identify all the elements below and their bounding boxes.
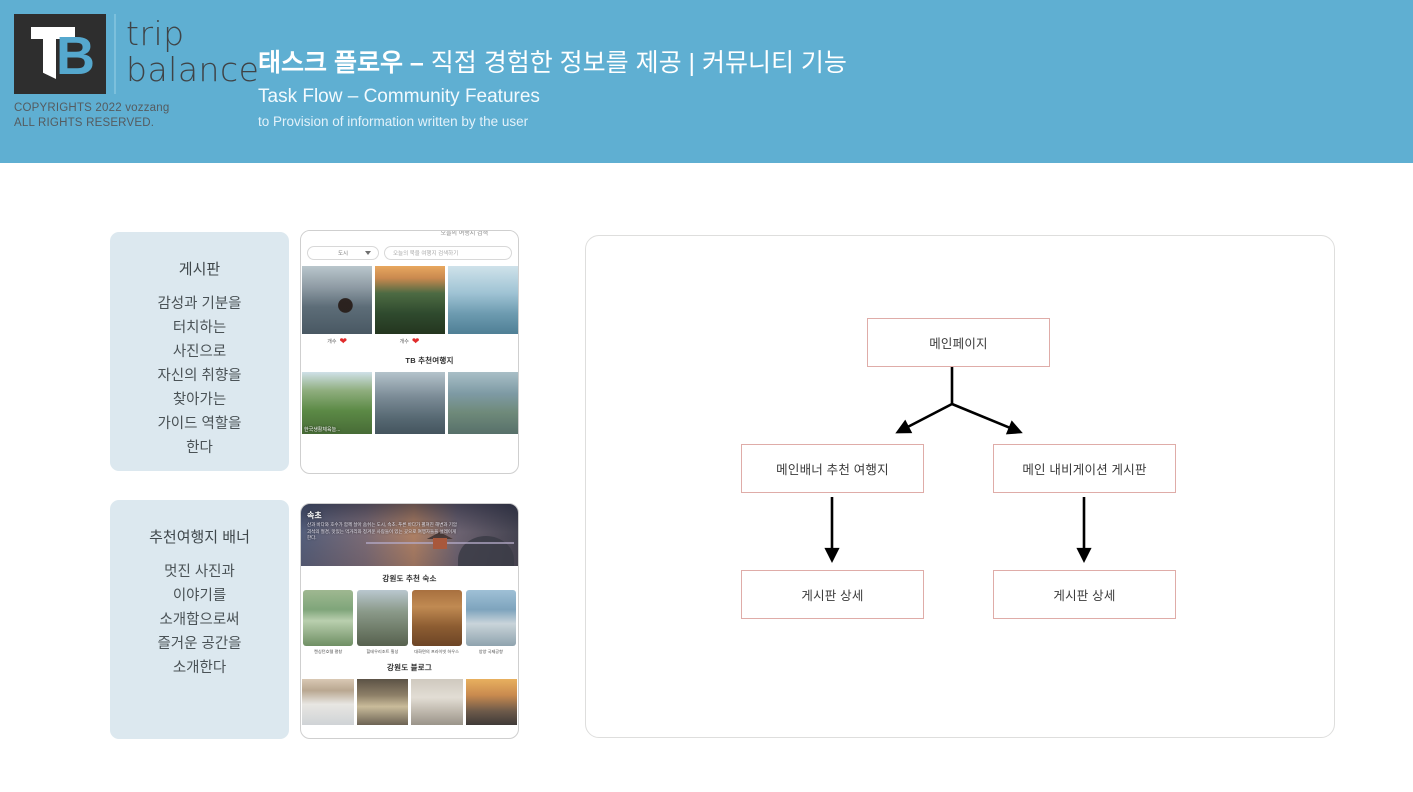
village-aerial-photo <box>357 590 408 646</box>
coastal-rocks-photo[interactable] <box>448 372 518 434</box>
hotel-building-photo <box>465 590 516 646</box>
mockup-section-title-lodging: 강원도 추천 숙소 <box>382 574 437 583</box>
bedroom-photo[interactable] <box>411 679 463 725</box>
hero-banner-sokcho[interactable]: 속초 산과 바다와 호수가 함께 살아 숨쉬는 도시, 속초. 푸른 바다가 펼… <box>301 504 518 566</box>
hero-title: 속초 <box>307 511 322 520</box>
logo-b-letter: B <box>56 26 95 86</box>
logo-word-trip: trip <box>126 14 185 53</box>
description-line: 가이드 역할을 <box>157 416 242 432</box>
lodging-caption: 대화면의 프라이빗 하우스 <box>414 649 459 654</box>
like-count: 개수 <box>327 339 337 345</box>
description-line: 이야기를 <box>172 588 227 604</box>
page-subtitle-secondary: to Provision of information written by t… <box>258 114 529 129</box>
description-line: 소개함으로써 <box>159 612 240 628</box>
heart-icon[interactable]: ❤ <box>412 337 420 346</box>
description-line: 터치하는 <box>172 320 227 336</box>
flow-box-board-detail-right[interactable]: 게시판 상세 <box>993 570 1176 619</box>
mockup-section-title-recommended: TB 추천여행지 <box>405 356 454 365</box>
trip-balance-logo-icon: B <box>14 14 106 94</box>
description-line: 자신의 취향을 <box>157 368 242 384</box>
description-card-banner: 추천여행지 배너 멋진 사진과 이야기를 소개함으로써 즐거운 공간을 소개한다 <box>110 500 289 739</box>
copyright-notice: COPYRIGHTS 2022 vozzang ALL RIGHTS RESER… <box>14 101 254 131</box>
copyright-line-2: ALL RIGHTS RESERVED. <box>14 117 155 129</box>
logo-wordmark: trip balance <box>126 14 259 88</box>
description-line: 한다 <box>186 440 213 456</box>
flow-box-main-banner-recommended[interactable]: 메인배너 추천 여행지 <box>741 444 924 493</box>
mockup-banner-screen: 속초 산과 바다와 호수가 함께 살아 숨쉬는 도시, 속초. 푸른 바다가 펼… <box>300 503 519 739</box>
header-title-group: 태스크 플로우 – 직접 경험한 정보를 제공 | 커뮤니티 기능 Task F… <box>258 48 847 131</box>
lodging-card[interactable]: 양양 국제공항 <box>465 590 516 655</box>
chevron-down-icon <box>365 251 371 255</box>
pavilion-sea-photo[interactable] <box>302 266 372 334</box>
copyright-line-1: COPYRIGHTS 2022 vozzang <box>14 102 170 114</box>
description-line: 멋진 사진과 <box>164 564 235 580</box>
mockup-photo-grid-row2: 한국생활체육늘... <box>301 372 518 434</box>
task-flow-panel <box>585 235 1335 738</box>
lodging-caption: 켄싱턴호텔 평창 <box>314 649 343 654</box>
mockup-search-row: 도시 오늘의 묵을 여행지 검색하기 <box>301 242 518 266</box>
description-line: 소개한다 <box>172 660 227 676</box>
heart-icon[interactable]: ❤ <box>339 337 347 346</box>
mockup-lodging-grid: 켄싱턴호텔 평창 힐테우리조트 횡성 대화면의 프라이빗 하우스 양양 국제공항 <box>301 590 518 655</box>
description-line: 사진으로 <box>172 344 227 360</box>
lamp-room-photo[interactable] <box>356 679 408 725</box>
page-subtitle: Task Flow – Community Features <box>258 86 540 107</box>
city-select-label: 도시 <box>337 251 349 257</box>
logo-divider <box>114 14 116 94</box>
description-card-board: 게시판 감성과 기분을 터치하는 사진으로 자신의 취향을 찾아가는 가이드 역… <box>110 232 289 471</box>
city-select[interactable]: 도시 <box>307 246 379 260</box>
like-item[interactable]: 개수 ❤ <box>373 337 445 346</box>
like-item-empty <box>446 337 518 346</box>
snow-mountain-photo[interactable] <box>302 679 354 725</box>
mockup-top-partial-label: 오늘의 여행지 검색 <box>440 231 489 237</box>
green-hill-path-photo[interactable]: 한국생활체육늘... <box>302 372 372 434</box>
destination-search-input[interactable]: 오늘의 묵을 여행지 검색하기 <box>384 246 512 260</box>
lodging-card[interactable]: 힐테우리조트 횡성 <box>357 590 408 655</box>
brand-row: B trip balance <box>14 14 259 94</box>
lodging-caption: 힐테우리조트 횡성 <box>366 649 399 654</box>
lodging-caption: 양양 국제공항 <box>478 649 504 654</box>
wood-interior-photo <box>411 590 462 646</box>
mockup-section-title-blog: 강원도 블로그 <box>387 663 432 672</box>
lodging-card[interactable]: 켄싱턴호텔 평창 <box>303 590 354 655</box>
mockup-photo-grid-row1 <box>301 266 518 334</box>
page-title: 태스크 플로우 – 직접 경험한 정보를 제공 | 커뮤니티 기능 <box>258 48 847 79</box>
page-title-strong: 태스크 플로우 – <box>258 49 431 77</box>
resort-pool-photo <box>303 590 354 646</box>
flow-box-main-navigation-board[interactable]: 메인 내비게이션 게시판 <box>993 444 1176 493</box>
description-card-body: 감성과 기분을 터치하는 사진으로 자신의 취향을 찾아가는 가이드 역할을 한… <box>122 292 277 460</box>
photo-caption: 한국생활체육늘... <box>304 427 341 433</box>
description-line: 감성과 기분을 <box>157 296 242 312</box>
like-item[interactable]: 개수 ❤ <box>301 337 373 346</box>
brand-block: B trip balance COPYRIGHTS 2022 vozzang A… <box>14 14 259 131</box>
mockup-like-row: 개수 ❤ 개수 ❤ <box>301 334 518 348</box>
description-line: 즐거운 공간을 <box>157 636 242 652</box>
logo-word-balance: balance <box>126 50 260 89</box>
flow-box-main-page[interactable]: 메인페이지 <box>867 318 1050 367</box>
hero-description: 산과 바다와 호수가 함께 살아 숨쉬는 도시, 속초. 푸른 바다가 펼쳐진 … <box>307 522 457 540</box>
description-card-title: 추천여행지 배너 <box>149 529 250 546</box>
suspension-bridge-photo[interactable] <box>375 266 445 334</box>
page-title-light: 직접 경험한 정보를 제공 | 커뮤니티 기능 <box>430 49 847 77</box>
flow-box-board-detail-left[interactable]: 게시판 상세 <box>741 570 924 619</box>
description-card-title: 게시판 <box>178 261 221 278</box>
like-count: 개수 <box>399 339 409 345</box>
search-placeholder-text: 오늘의 묵을 여행지 검색하기 <box>393 251 459 257</box>
description-line: 찾아가는 <box>172 392 227 408</box>
description-card-body: 멋진 사진과 이야기를 소개함으로써 즐거운 공간을 소개한다 <box>122 560 277 680</box>
pavilion-cliff-photo[interactable] <box>375 372 445 434</box>
mockup-blog-grid <box>301 679 518 725</box>
sunset-terrace-photo[interactable] <box>465 679 517 725</box>
logo-t-stem <box>43 27 56 79</box>
mockup-top-strip: 오늘의 여행지 검색 <box>301 231 518 242</box>
page-header: B trip balance COPYRIGHTS 2022 vozzang A… <box>0 0 1413 163</box>
couple-skywalk-photo[interactable] <box>448 266 518 334</box>
mockup-board-screen: 오늘의 여행지 검색 도시 오늘의 묵을 여행지 검색하기 개수 ❤ 개수 ❤ … <box>300 230 519 474</box>
lodging-card[interactable]: 대화면의 프라이빗 하우스 <box>411 590 462 655</box>
